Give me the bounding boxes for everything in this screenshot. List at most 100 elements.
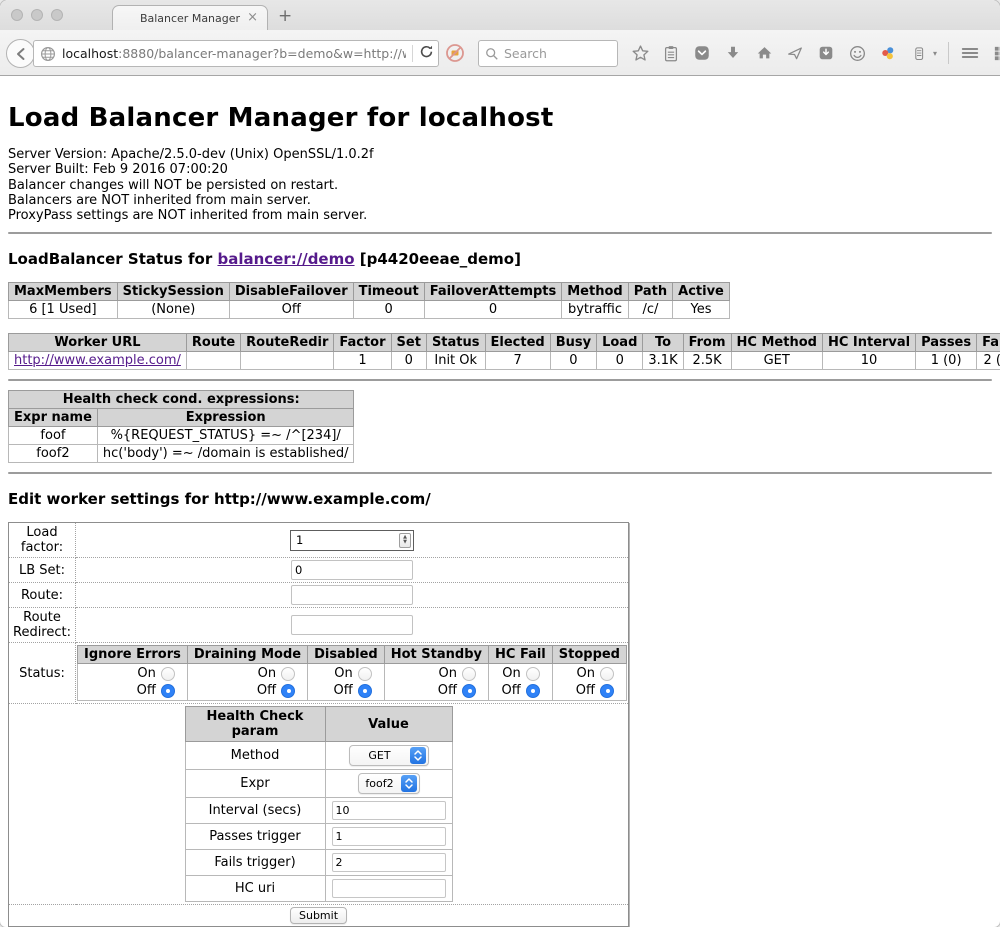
col-active: Active bbox=[673, 283, 730, 301]
number-stepper-icon[interactable]: ▲▼ bbox=[399, 533, 411, 548]
save-to-pocket-button[interactable] bbox=[816, 43, 836, 63]
fails-input[interactable] bbox=[332, 853, 446, 872]
battery-extension-button[interactable] bbox=[909, 43, 929, 63]
smiley-icon bbox=[848, 44, 867, 63]
reader-grid-button[interactable] bbox=[991, 43, 1000, 63]
form-row-submit: Submit bbox=[9, 905, 629, 927]
radio-draining-mode-on[interactable] bbox=[281, 667, 295, 681]
extension-colordots-button[interactable] bbox=[878, 43, 898, 63]
lb-status-suffix: [p4420eeae_demo] bbox=[360, 250, 521, 268]
zoom-window-button[interactable] bbox=[51, 9, 63, 21]
load-factor-field[interactable] bbox=[294, 532, 399, 548]
url-divider bbox=[412, 45, 413, 62]
worker-table: Worker URL Route RouteRedir Factor Set S… bbox=[8, 333, 1000, 370]
url-bar[interactable]: localhost:8880/balancer-manager?b=demo&w… bbox=[33, 40, 439, 67]
minimize-window-button[interactable] bbox=[31, 9, 43, 21]
url-host: localhost bbox=[62, 46, 118, 61]
tab-close-icon[interactable]: × bbox=[247, 10, 258, 26]
content-blocked-button[interactable] bbox=[445, 43, 465, 63]
send-tab-button[interactable] bbox=[785, 43, 805, 63]
note-proxypass: ProxyPass settings are NOT inherited fro… bbox=[8, 208, 992, 223]
method-select[interactable]: GET bbox=[349, 745, 429, 766]
health-check-table: Health Check param Value Method GET bbox=[185, 706, 453, 902]
status-options-table: Ignore Errors Draining Mode Disabled Hot… bbox=[77, 645, 627, 701]
status-radio-row: On Off On Off On Off bbox=[78, 664, 627, 701]
page-title: Load Balancer Manager for localhost bbox=[8, 103, 992, 133]
form-row-route-redirect: Route Redirect: bbox=[9, 608, 629, 643]
form-row-status: Status: Ignore Errors Draining Mode Disa… bbox=[9, 643, 629, 704]
radio-ignore-errors-on[interactable] bbox=[161, 667, 175, 681]
col-stopped: Stopped bbox=[552, 646, 626, 664]
radio-stopped-on[interactable] bbox=[600, 667, 614, 681]
back-icon bbox=[13, 46, 29, 62]
search-bar[interactable]: Search bbox=[478, 40, 618, 67]
tab-balancer-manager[interactable]: Balancer Manager × bbox=[112, 5, 268, 31]
window-controls[interactable] bbox=[11, 9, 63, 21]
hc-expressions-title: Health check cond. expressions: bbox=[9, 391, 354, 409]
route-redirect-input[interactable] bbox=[291, 615, 413, 635]
col-failoverattempts: FailoverAttempts bbox=[424, 283, 562, 301]
interval-input[interactable] bbox=[332, 801, 446, 820]
radio-disabled-on[interactable] bbox=[358, 667, 372, 681]
worker-url-link[interactable]: http://www.example.com/ bbox=[14, 353, 181, 368]
pocket-icon bbox=[693, 44, 711, 62]
divider bbox=[8, 232, 992, 234]
select-stepper-icon bbox=[401, 775, 417, 792]
col-hot-standby: Hot Standby bbox=[384, 646, 488, 664]
url-path: :8880/balancer-manager?b=demo&w=http://w… bbox=[118, 46, 406, 61]
route-input[interactable] bbox=[291, 585, 413, 605]
col-path: Path bbox=[628, 283, 672, 301]
bookmarks-menu-button[interactable] bbox=[661, 43, 681, 63]
radio-stopped-off[interactable] bbox=[600, 684, 614, 698]
col-disablefailover: DisableFailover bbox=[229, 283, 353, 301]
form-row-load-factor: Load factor: ▲▼ bbox=[9, 523, 629, 558]
passes-input[interactable] bbox=[332, 827, 446, 846]
col-hc-value: Value bbox=[325, 707, 452, 742]
submit-button[interactable]: Submit bbox=[290, 907, 347, 924]
close-window-button[interactable] bbox=[11, 9, 23, 21]
home-button[interactable] bbox=[754, 43, 774, 63]
field-label: Load factor: bbox=[9, 523, 76, 558]
back-button[interactable] bbox=[6, 39, 35, 68]
server-built: Server Built: Feb 9 2016 07:00:20 bbox=[8, 162, 992, 177]
col-expr-name: Expr name bbox=[9, 409, 98, 427]
grid-icon bbox=[992, 44, 1000, 63]
radio-hc-fail-off[interactable] bbox=[526, 684, 540, 698]
reload-button[interactable] bbox=[419, 44, 434, 63]
col-disabled: Disabled bbox=[308, 646, 385, 664]
downloads-button[interactable] bbox=[723, 43, 743, 63]
search-icon bbox=[485, 47, 499, 61]
lb-set-input[interactable] bbox=[291, 560, 413, 580]
radio-hc-fail-on[interactable] bbox=[526, 667, 540, 681]
chevron-down-icon[interactable]: ▾ bbox=[933, 49, 937, 58]
feedback-button[interactable] bbox=[847, 43, 867, 63]
hc-header-row: Health Check param Value bbox=[185, 707, 452, 742]
balancer-status-table: MaxMembers StickySession DisableFailover… bbox=[8, 282, 730, 319]
hc-uri-input[interactable] bbox=[332, 879, 446, 898]
lb-status-prefix: LoadBalancer Status for bbox=[8, 250, 212, 268]
expr-row: foof %{REQUEST_STATUS} =~ /^[234]/ bbox=[9, 427, 354, 445]
col-hc-param: Health Check param bbox=[185, 707, 325, 742]
url-input[interactable]: localhost:8880/balancer-manager?b=demo&w… bbox=[62, 46, 406, 61]
block-icon bbox=[445, 43, 465, 63]
new-tab-button[interactable]: + bbox=[278, 6, 292, 26]
radio-hot-standby-on[interactable] bbox=[462, 667, 476, 681]
load-factor-input[interactable]: ▲▼ bbox=[290, 530, 414, 551]
bookmark-star-button[interactable] bbox=[630, 43, 650, 63]
radio-draining-mode-off[interactable] bbox=[281, 684, 295, 698]
col-draining-mode: Draining Mode bbox=[187, 646, 307, 664]
col-hc-fail: HC Fail bbox=[489, 646, 553, 664]
star-icon bbox=[631, 44, 650, 63]
edit-worker-form: Load factor: ▲▼ LB Set: Route: Route Red… bbox=[8, 522, 629, 927]
radio-hot-standby-off[interactable] bbox=[462, 684, 476, 698]
menu-button[interactable] bbox=[960, 43, 980, 63]
radio-disabled-off[interactable] bbox=[358, 684, 372, 698]
home-icon bbox=[755, 44, 774, 62]
pocket-button[interactable] bbox=[692, 43, 712, 63]
expr-select[interactable]: foof2 bbox=[358, 773, 420, 794]
page-content: Load Balancer Manager for localhost Serv… bbox=[0, 103, 1000, 927]
balancer-link[interactable]: balancer://demo bbox=[217, 250, 354, 268]
col-worker-url: Worker URL bbox=[9, 334, 187, 352]
navigation-toolbar: localhost:8880/balancer-manager?b=demo&w… bbox=[0, 30, 1000, 76]
radio-ignore-errors-off[interactable] bbox=[161, 684, 175, 698]
